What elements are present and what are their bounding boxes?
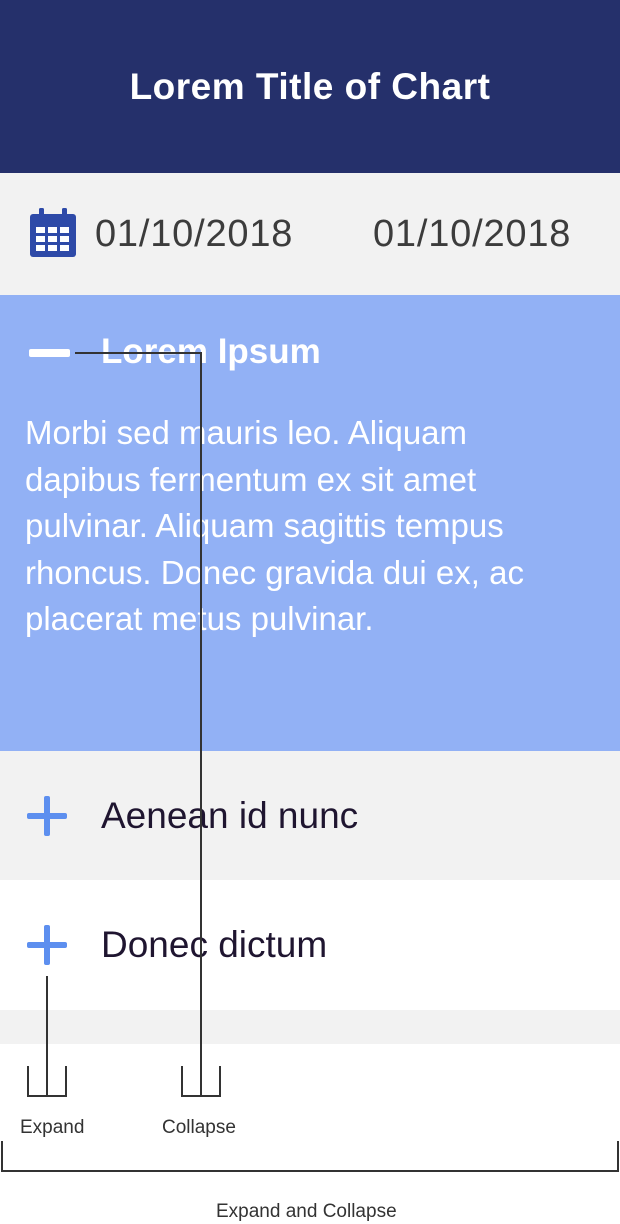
collapse-minus-icon[interactable] [29, 349, 70, 357]
expand-bracket [27, 1066, 29, 1096]
page-title: Lorem Title of Chart [129, 65, 491, 107]
collapse-bracket [181, 1066, 183, 1096]
collapse-pointer-line [75, 352, 202, 354]
expand-plus-icon[interactable] [27, 796, 67, 836]
expand-annotation-label: Expand [20, 1117, 85, 1138]
chart-header: Lorem Title of Chart [0, 0, 620, 173]
accordion-item[interactable]: Donec dictum [0, 880, 620, 1010]
collapse-bracket [219, 1066, 221, 1096]
date-range-bar: 01/10/2018 01/10/2018 [0, 173, 620, 295]
overall-bracket [617, 1141, 619, 1171]
expand-bracket [65, 1066, 67, 1096]
expand-pointer-line [46, 976, 48, 1096]
date-start[interactable]: 01/10/2018 [95, 213, 293, 256]
collapse-pointer-line [200, 352, 202, 1096]
expand-and-collapse-label: Expand and Collapse [216, 1201, 397, 1222]
accordion-open-body: Morbi sed mauris leo. Aliquam dapibus fe… [25, 414, 524, 637]
overall-bracket [1, 1170, 619, 1172]
expand-bracket [27, 1095, 67, 1097]
expand-plus-icon[interactable] [27, 925, 67, 965]
accordion-item-label: Aenean id nunc [101, 795, 359, 836]
collapse-bracket [181, 1095, 221, 1097]
accordion-item-partial [0, 1010, 620, 1044]
calendar-icon[interactable] [29, 208, 77, 258]
date-end[interactable]: 01/10/2018 [373, 213, 571, 256]
accordion-item[interactable]: Aenean id nunc [0, 751, 620, 881]
accordion-item-label: Donec dictum [101, 924, 328, 965]
collapse-annotation-label: Collapse [162, 1117, 236, 1138]
overall-bracket [1, 1141, 3, 1171]
